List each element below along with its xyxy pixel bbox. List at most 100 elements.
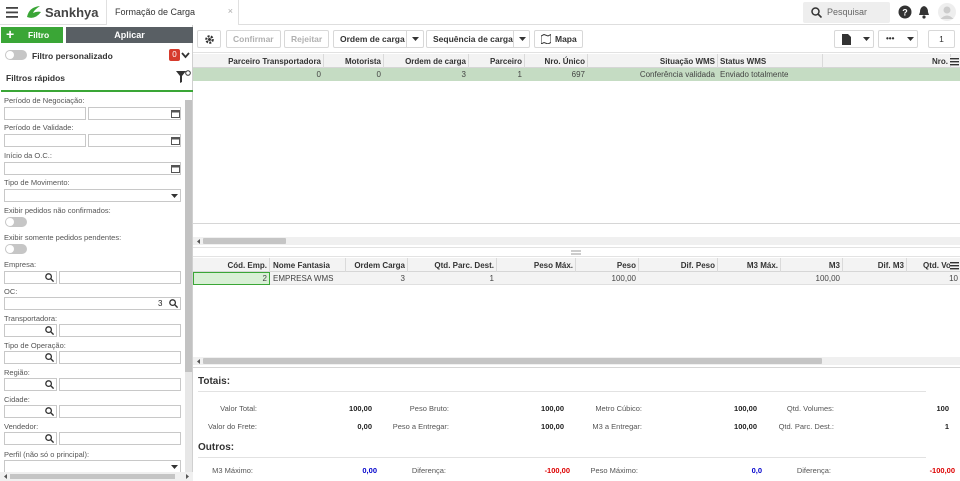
oc-input[interactable]: [4, 297, 181, 310]
grid2-header-cell[interactable]: Nome Fantasia: [273, 261, 343, 270]
avatar[interactable]: [938, 3, 956, 23]
grid1-cell[interactable]: Conferência validada: [590, 70, 715, 79]
export-button[interactable]: [834, 30, 874, 48]
scroll-left-icon[interactable]: [3, 474, 8, 479]
grid1-header-cell[interactable]: Ordem de carga: [386, 57, 466, 66]
search-icon[interactable]: [169, 299, 178, 308]
scrollbar-thumb[interactable]: [203, 238, 286, 244]
grid2-header-cell[interactable]: Peso: [577, 261, 636, 270]
search-icon[interactable]: [45, 273, 54, 282]
grid2-cell[interactable]: EMPRESA WMS: [273, 274, 343, 283]
search-icon[interactable]: [45, 326, 54, 335]
grid2-header-cell[interactable]: M3: [782, 261, 840, 270]
grid1-cell[interactable]: 697: [526, 70, 585, 79]
pendentes-toggle[interactable]: [5, 244, 27, 254]
scroll-left-icon[interactable]: [196, 239, 201, 244]
grid2-header-cell[interactable]: Cód. Emp.: [195, 261, 267, 270]
grid2-header-cell[interactable]: Qtd. Parc. Dest.: [409, 261, 494, 270]
grid1-cell[interactable]: 1: [470, 70, 522, 79]
search-icon[interactable]: [45, 407, 54, 416]
calendar-icon[interactable]: [171, 136, 180, 145]
grid1-cell[interactable]: 3: [386, 70, 466, 79]
calendar-icon[interactable]: [171, 109, 180, 118]
filter-panel-hscroll[interactable]: [0, 472, 193, 481]
cidade-name-input[interactable]: [59, 405, 181, 418]
sankhya-logo-icon: [25, 4, 43, 23]
regiao-name-input[interactable]: [59, 378, 181, 391]
grid2-hscroll[interactable]: [193, 357, 960, 365]
nao-confirmados-toggle[interactable]: [5, 217, 27, 227]
column-menu-icon[interactable]: [950, 57, 959, 66]
custom-filter-toggle[interactable]: [5, 50, 27, 62]
splitter[interactable]: [193, 247, 960, 257]
grid2-cell[interactable]: 100,00: [782, 274, 840, 283]
periodo-negociacao-start[interactable]: [4, 107, 86, 120]
grid1-header-cell[interactable]: Motorista: [326, 57, 381, 66]
more-options-button[interactable]: •••: [878, 30, 918, 48]
mapa-button[interactable]: Mapa: [534, 30, 583, 48]
grid1-header-cell[interactable]: Situação WMS: [590, 57, 715, 66]
help-icon[interactable]: ?: [898, 5, 912, 21]
chevron-down-icon[interactable]: [181, 51, 190, 61]
vendedor-name-input[interactable]: [59, 432, 181, 445]
empresa-name-input[interactable]: [59, 271, 181, 284]
search-box[interactable]: Pesquisar: [803, 2, 890, 23]
ordem-carga-button[interactable]: Ordem de carga: [333, 30, 424, 48]
page-number-input[interactable]: 1: [928, 30, 955, 48]
menu-icon[interactable]: [6, 7, 18, 20]
grid1-header-cell[interactable]: Nro. Único: [526, 57, 585, 66]
search-icon[interactable]: [45, 434, 54, 443]
caret-down-icon[interactable]: [519, 37, 526, 41]
sequencia-carga-button[interactable]: Sequência de carga: [426, 30, 530, 48]
settings-button[interactable]: [197, 30, 221, 48]
filter-panel-scrollbar[interactable]: [185, 100, 192, 472]
funnel-icon[interactable]: [175, 70, 191, 84]
grid2-header-cell[interactable]: Ordem Carga: [346, 261, 405, 270]
scrollbar-thumb[interactable]: [185, 100, 192, 372]
rejeitar-button[interactable]: Rejeitar: [284, 30, 330, 48]
grid1-header-cell[interactable]: Parceiro: [470, 57, 522, 66]
search-icon[interactable]: [45, 353, 54, 362]
grid2-cell[interactable]: 100,00: [577, 274, 636, 283]
exibir-pendentes-label: Exibir somente pedidos pendentes:: [4, 233, 122, 242]
grid1-hscroll[interactable]: [193, 237, 960, 245]
grid1-header-cell[interactable]: Status WMS: [720, 57, 820, 66]
caret-down-icon[interactable]: [412, 37, 419, 41]
grid2-cell[interactable]: 3: [346, 274, 405, 283]
transportadora-name-input[interactable]: [59, 324, 181, 337]
grid1-cell[interactable]: Enviado totalmente: [720, 70, 820, 79]
grid2-header-cell[interactable]: Dif. M3: [844, 261, 904, 270]
scroll-right-icon[interactable]: [185, 474, 190, 479]
filtro-button[interactable]: + Filtro: [1, 27, 63, 43]
confirmar-button[interactable]: Confirmar: [226, 30, 281, 48]
grid2-header-cell[interactable]: Peso Máx.: [499, 261, 573, 270]
search-icon[interactable]: [45, 380, 54, 389]
grid2-header-cell[interactable]: Dif. Peso: [640, 261, 715, 270]
aplicar-button[interactable]: Aplicar: [66, 27, 193, 43]
grid1-cell[interactable]: 0: [326, 70, 381, 79]
scrollbar-thumb[interactable]: [10, 474, 175, 479]
tipo-operacao-name-input[interactable]: [59, 351, 181, 364]
grid2-header-cell[interactable]: M3 Máx.: [719, 261, 778, 270]
periodo-validade-end[interactable]: [88, 134, 181, 147]
grid1-cell[interactable]: 0: [195, 70, 321, 79]
grid2-cell[interactable]: 10: [906, 274, 958, 283]
search-input[interactable]: Pesquisar: [827, 7, 867, 17]
caret-down-icon: [907, 37, 914, 41]
tab-close-icon[interactable]: ×: [228, 6, 233, 16]
scroll-left-icon[interactable]: [196, 359, 201, 364]
periodo-validade-start[interactable]: [4, 134, 86, 147]
inicio-oc-input[interactable]: [4, 162, 181, 175]
calendar-icon[interactable]: [171, 164, 180, 173]
grid2-cell[interactable]: 1: [409, 274, 494, 283]
grid2-cell[interactable]: 2: [195, 274, 267, 283]
tipo-movimento-select[interactable]: [4, 189, 181, 202]
grid1-header-cell[interactable]: Nro.: [915, 57, 948, 66]
periodo-negociacao-end[interactable]: [88, 107, 181, 120]
grid1-header-cell[interactable]: Parceiro Transportadora: [195, 57, 321, 66]
bell-icon[interactable]: [918, 5, 930, 21]
tab-formacao-carga[interactable]: Formação de Carga ×: [106, 0, 239, 25]
column-menu-icon[interactable]: [950, 261, 959, 270]
drag-handle-icon[interactable]: [571, 250, 581, 255]
scrollbar-thumb[interactable]: [203, 358, 822, 364]
